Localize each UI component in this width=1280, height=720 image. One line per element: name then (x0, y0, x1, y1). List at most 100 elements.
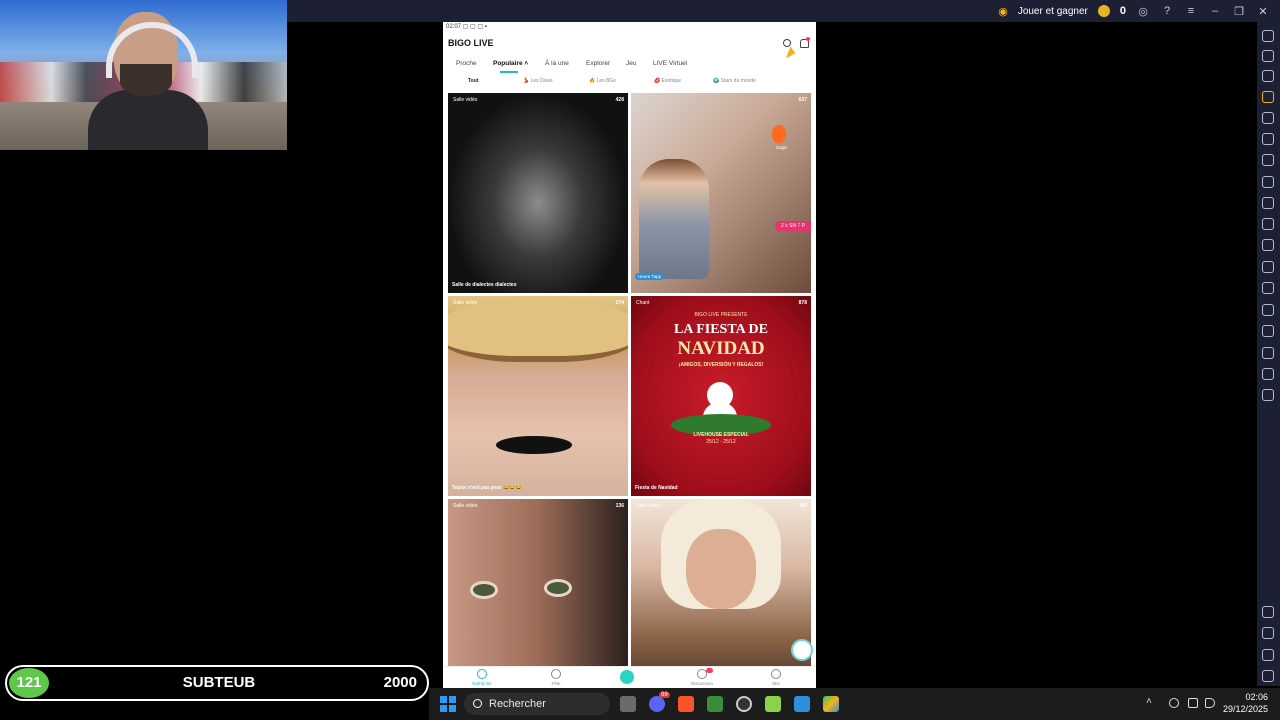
brave-icon[interactable] (678, 696, 694, 712)
tab-jeu[interactable]: Jeu (626, 57, 636, 71)
viewer-count: 274 (615, 300, 624, 306)
media-app-icon[interactable] (707, 696, 723, 712)
phone-screen: 02:07 ▢ ▢ ▢ ▪ BIGO LIVE Proche Populaire… (443, 22, 816, 688)
live-card[interactable]: Salle vidéo 428 Salle de dialectes diale… (448, 93, 628, 293)
chip-les-bgs[interactable]: 🔥 Les BGs (589, 76, 616, 86)
jouer-et-gagner-button[interactable]: Jouer et gagner (1018, 6, 1088, 17)
emulator-controls: ◉ Jouer et gagner 0 ◎ ? ≡ – ❐ ✕ (998, 0, 1280, 22)
task-view-icon[interactable] (620, 696, 636, 712)
gamepad-icon[interactable] (1262, 154, 1274, 166)
gift-banner: 2 k SN 7 P (775, 221, 811, 231)
discord-icon[interactable] (649, 696, 665, 712)
speaker-icon[interactable] (1205, 698, 1215, 708)
coin-icon (1097, 5, 1110, 17)
live-card[interactable]: 637 Gagn 2 k SN 7 P Heure Tapp (631, 93, 811, 293)
party-icon (551, 669, 561, 679)
back-icon[interactable] (1262, 627, 1274, 639)
live-caption: Taylor n'est pas peur 😂😂😂 (452, 485, 522, 491)
tab-a-la-une[interactable]: À la une (545, 57, 569, 71)
media-icon[interactable] (1262, 239, 1274, 251)
eye-left (470, 581, 498, 599)
profile-icon (771, 669, 781, 679)
gift-icon[interactable] (1262, 91, 1274, 103)
settings-icon[interactable] (1262, 606, 1274, 618)
nav-fete-label: Fête (551, 681, 561, 686)
nav-discussion[interactable]: Discussion (682, 669, 722, 686)
tray-chevron-icon[interactable]: ˄ (1146, 696, 1152, 707)
airplane-icon[interactable] (1262, 261, 1274, 273)
chip-les-divas[interactable]: 💃 Les Divas (523, 76, 553, 86)
chip-exotique[interactable]: 💋 Exotique (654, 76, 681, 86)
recent-apps-icon[interactable] (1262, 670, 1274, 682)
banner-title-line2: NAVIDAD (677, 338, 765, 359)
performance-icon[interactable] (1262, 176, 1274, 188)
obs-icon[interactable] (736, 696, 752, 712)
live-card[interactable]: Salle vidéo 274 Taylor n'est pas peur 😂😂… (448, 296, 628, 496)
more-icon[interactable] (1262, 389, 1274, 401)
live-badge: Heure Tapp (635, 273, 665, 280)
microphone-icon[interactable] (1169, 698, 1179, 708)
tab-populaire-label: Populaire (493, 60, 523, 67)
taskbar-search[interactable]: Rechercher (464, 693, 610, 715)
sync-icon[interactable] (1262, 112, 1274, 124)
screenshot-icon[interactable] (1262, 197, 1274, 209)
emulator-title-bar: ◉ Jouer et gagner 0 ◎ ? ≡ – ❐ ✕ (287, 0, 1280, 22)
chip-tout[interactable]: Tout (468, 76, 478, 86)
account-icon[interactable]: ◎ (1136, 5, 1150, 18)
tab-explorer[interactable]: Explorer (586, 57, 610, 71)
taskbar-search-label: Rechercher (489, 698, 546, 710)
viewer-count: 136 (615, 503, 624, 509)
restore-icon[interactable]: ❐ (1232, 5, 1246, 18)
live-caption: Fiesta de Navidad (635, 485, 678, 491)
menu-icon[interactable]: ≡ (1184, 5, 1198, 17)
volume-icon[interactable] (1262, 50, 1274, 62)
photos-icon[interactable] (794, 696, 810, 712)
system-clock[interactable]: 02:06 29/12/2025 (1223, 691, 1268, 715)
room-type-label: Salle vidéo (453, 503, 478, 509)
windows-start-icon[interactable] (440, 696, 456, 712)
minimize-icon[interactable]: – (1208, 5, 1222, 17)
room-type-label: Salle vidéo (453, 97, 478, 103)
category-chips: Tout 💃 Les Divas 🔥 Les BGs 💋 Exotique 🌍 … (443, 76, 816, 86)
live-card[interactable]: Salle vidéo 136 (448, 499, 628, 688)
viewer-count: 428 (615, 97, 624, 103)
eco-icon[interactable] (1262, 368, 1274, 380)
bluestacks-icon[interactable] (823, 696, 839, 712)
help-icon[interactable]: ? (1160, 5, 1174, 17)
tab-proche[interactable]: Proche (456, 57, 477, 71)
nav-fete[interactable]: Fête (536, 669, 576, 686)
room-type-label: Salle vidéo (636, 503, 661, 509)
emulator-sidebar (1257, 22, 1280, 686)
rotate-icon[interactable] (1262, 133, 1274, 145)
chip-stars-du-monde-label: Stars du monde (720, 78, 756, 84)
close-icon[interactable]: ✕ (1256, 5, 1270, 18)
layers-icon[interactable] (1262, 347, 1274, 359)
fire-icon (772, 125, 786, 143)
live-caption-text: Taylor n'est pas peur (452, 485, 502, 491)
clock-time: 02:06 (1245, 692, 1268, 702)
nav-moi[interactable]: Moi (756, 669, 796, 686)
fire-label: Gagn (776, 145, 788, 150)
floating-game-icon[interactable] (791, 639, 813, 661)
record-icon[interactable] (1262, 218, 1274, 230)
go-live-button[interactable] (620, 670, 634, 684)
face (686, 529, 756, 609)
network-icon[interactable] (1188, 698, 1198, 708)
files-icon[interactable] (1262, 282, 1274, 294)
nav-refresh[interactable]: Rafraîchir (462, 669, 502, 686)
live-card[interactable]: Salle vidéo 306 (631, 499, 811, 688)
mustache-sticker (496, 436, 572, 454)
tab-live-virtuel[interactable]: LIVE Virtuel (653, 57, 687, 71)
chip-stars-du-monde[interactable]: 🌍 Stars du monde (713, 76, 756, 86)
app-title: BIGO LIVE (448, 38, 494, 48)
fullscreen-icon[interactable] (1262, 30, 1274, 42)
live-card[interactable]: Chant 878 BIGO LIVE PRESENTE LA FIESTA D… (631, 296, 811, 496)
active-tab-indicator (500, 71, 518, 73)
notes-icon[interactable] (765, 696, 781, 712)
home-icon[interactable] (1262, 649, 1274, 661)
erase-icon[interactable] (1262, 304, 1274, 316)
tab-populaire[interactable]: Populaire ˄ (493, 57, 528, 71)
location-icon[interactable] (1262, 325, 1274, 337)
chip-les-divas-label: Les Divas (530, 78, 553, 84)
keyboard-icon[interactable] (1262, 70, 1274, 82)
